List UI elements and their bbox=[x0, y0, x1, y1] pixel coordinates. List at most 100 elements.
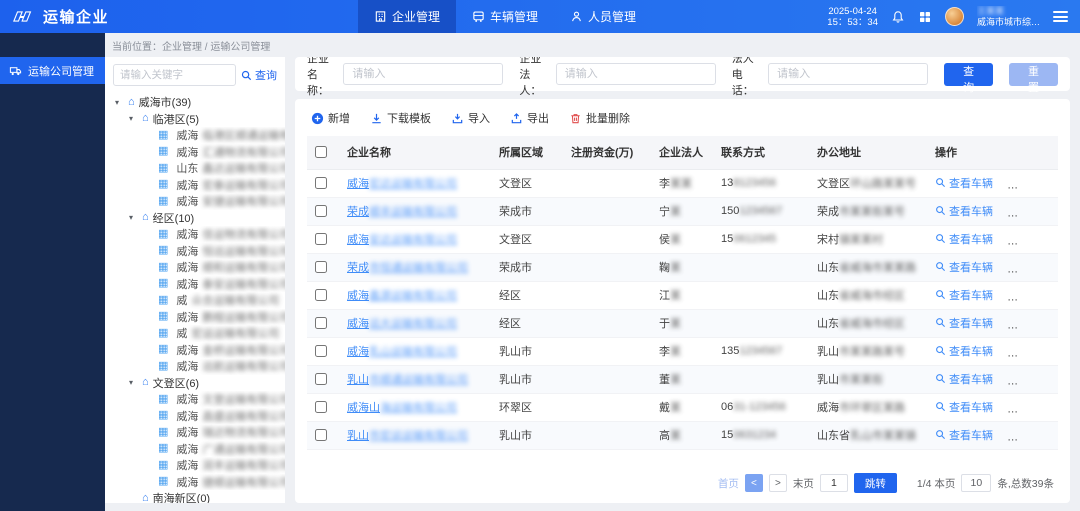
expand-arrow-icon[interactable]: ▾ bbox=[129, 378, 138, 387]
tree-node[interactable]: ▾ ⌂ ⌂ ▦ 威海 泰安运输有限公司 bbox=[105, 276, 285, 293]
view-vehicles-button[interactable]: 查看车辆 bbox=[935, 399, 993, 415]
company-name-link[interactable]: 威海宏达运输有限公司 bbox=[347, 178, 457, 190]
delete-button[interactable]: 删除 bbox=[1057, 287, 1058, 303]
edit-button[interactable]: 编辑 bbox=[1007, 315, 1043, 331]
tree-node[interactable]: ▾ ⌂ ⌂ ▦ 威海 临港区顺通运输有限公司 bbox=[105, 127, 285, 144]
tab-enterprise-management[interactable]: 企业管理 bbox=[358, 0, 456, 33]
legal-phone-input[interactable] bbox=[768, 63, 928, 85]
delete-button[interactable]: 删除 bbox=[1057, 343, 1058, 359]
page-size-select[interactable]: 10 bbox=[961, 474, 991, 492]
expand-arrow-icon[interactable]: ▾ bbox=[115, 98, 124, 107]
company-name-link[interactable]: 威海山海运输有限公司 bbox=[347, 402, 457, 414]
tree-node[interactable]: ▾ ⌂ ⌂ ▦ 威海 顺和运输有限公司 bbox=[105, 259, 285, 276]
jump-button[interactable]: 跳转 bbox=[854, 473, 897, 493]
tree-node[interactable]: ▾ ⌂ ⌂ ▦ 威海 昌盛运输有限公司 bbox=[105, 408, 285, 425]
delete-button[interactable]: 删除 bbox=[1057, 399, 1058, 415]
pagination-last[interactable]: 末页 bbox=[793, 476, 814, 491]
user-avatar[interactable] bbox=[945, 7, 964, 26]
tree-node[interactable]: ▾ ⌂ ⌂ ▦ 威 宏运运输有限公司 bbox=[105, 325, 285, 342]
company-name-link[interactable]: 乳山市顺通运输有限公司 bbox=[347, 374, 468, 386]
company-name-link[interactable]: 荣成市恒通运输有限公司 bbox=[347, 262, 468, 274]
tree-node[interactable]: ▾ ⌂ ⌂ ▦ 南海新区(0) bbox=[105, 490, 285, 503]
bell-icon[interactable] bbox=[891, 10, 905, 24]
view-vehicles-button[interactable]: 查看车辆 bbox=[935, 287, 993, 303]
tree-node[interactable]: ▾ ⌂ ⌂ ▦ 威海 汇通物流有限公司 bbox=[105, 144, 285, 161]
tree-node[interactable]: ▾ ⌂ ⌂ ▦ 文登区(6) bbox=[105, 375, 285, 392]
select-all-checkbox[interactable] bbox=[315, 146, 327, 158]
tree-search-input[interactable] bbox=[113, 64, 236, 86]
edit-button[interactable]: 编辑 bbox=[1007, 259, 1043, 275]
apps-grid-icon[interactable] bbox=[918, 10, 932, 24]
import-button[interactable]: 导入 bbox=[451, 110, 490, 126]
tree-node[interactable]: ▾ ⌂ ⌂ ▦ 威海 金桥运输有限公司 bbox=[105, 342, 285, 359]
company-name-link[interactable]: 威海鑫源运输有限公司 bbox=[347, 290, 457, 302]
pagination-prev[interactable]: < bbox=[745, 474, 763, 492]
view-vehicles-button[interactable]: 查看车辆 bbox=[935, 259, 993, 275]
reset-button[interactable]: 重置 bbox=[1009, 63, 1058, 86]
tree-node[interactable]: ▾ ⌂ ⌂ ▦ 威海 宏泰运输有限公司 bbox=[105, 177, 285, 194]
row-checkbox[interactable] bbox=[315, 233, 327, 245]
row-checkbox[interactable] bbox=[315, 429, 327, 441]
company-name-link[interactable]: 威海远大运输有限公司 bbox=[347, 318, 457, 330]
tree-node[interactable]: ▾ ⌂ ⌂ ▦ 经区(10) bbox=[105, 210, 285, 227]
delete-button[interactable]: 删除 bbox=[1057, 175, 1058, 191]
view-vehicles-button[interactable]: 查看车辆 bbox=[935, 371, 993, 387]
row-checkbox[interactable] bbox=[315, 177, 327, 189]
edit-button[interactable]: 编辑 bbox=[1007, 203, 1043, 219]
company-name-link[interactable]: 荣成顺丰运输有限公司 bbox=[347, 206, 457, 218]
tree-node[interactable]: ▾ ⌂ ⌂ ▦ 山东 鑫达运输有限公司 bbox=[105, 160, 285, 177]
row-checkbox[interactable] bbox=[315, 401, 327, 413]
edit-button[interactable]: 编辑 bbox=[1007, 175, 1043, 191]
legal-person-input[interactable] bbox=[556, 63, 716, 85]
edit-button[interactable]: 编辑 bbox=[1007, 287, 1043, 303]
row-checkbox[interactable] bbox=[315, 205, 327, 217]
delete-button[interactable]: 删除 bbox=[1057, 259, 1058, 275]
tree-node[interactable]: ▾ ⌂ ⌂ ▦ 威海 安捷运输有限公司 bbox=[105, 193, 285, 210]
pagination-next[interactable]: > bbox=[769, 474, 787, 492]
delete-button[interactable]: 删除 bbox=[1057, 231, 1058, 247]
tree-node[interactable]: ▾ ⌂ ⌂ ▦ 威海市(39) bbox=[105, 94, 285, 111]
tree-node[interactable]: ▾ ⌂ ⌂ ▦ 威海 广通运输有限公司 bbox=[105, 441, 285, 458]
tree-node[interactable]: ▾ ⌂ ⌂ ▦ 威海 恒远运输有限公司 bbox=[105, 243, 285, 260]
tree-node[interactable]: ▾ ⌂ ⌂ ▦ 威海 文登运输有限公司 bbox=[105, 391, 285, 408]
view-vehicles-button[interactable]: 查看车辆 bbox=[935, 203, 993, 219]
expand-arrow-icon[interactable]: ▾ bbox=[129, 114, 138, 123]
view-vehicles-button[interactable]: 查看车辆 bbox=[935, 175, 993, 191]
view-vehicles-button[interactable]: 查看车辆 bbox=[935, 427, 993, 443]
delete-button[interactable]: 删除 bbox=[1057, 203, 1058, 219]
edit-button[interactable]: 编辑 bbox=[1007, 427, 1043, 443]
tree-search-button[interactable]: 查询 bbox=[241, 67, 277, 83]
delete-button[interactable]: 删除 bbox=[1057, 371, 1058, 387]
tab-personnel-management[interactable]: 人员管理 bbox=[554, 0, 652, 33]
row-checkbox[interactable] bbox=[315, 261, 327, 273]
pagination-first[interactable]: 首页 bbox=[718, 476, 739, 491]
sidebar-item-transport-company[interactable]: 运输公司管理 bbox=[0, 57, 105, 84]
view-vehicles-button[interactable]: 查看车辆 bbox=[935, 315, 993, 331]
edit-button[interactable]: 编辑 bbox=[1007, 231, 1043, 247]
expand-arrow-icon[interactable]: ▾ bbox=[129, 213, 138, 222]
tree-node[interactable]: ▾ ⌂ ⌂ ▦ 威海 鹏程运输有限公司 bbox=[105, 309, 285, 326]
tree-node[interactable]: ▾ ⌂ ⌂ ▦ 威海 捷顺运输有限公司 bbox=[105, 474, 285, 491]
search-button[interactable]: 查询 bbox=[944, 63, 993, 86]
tree-node[interactable]: ▾ ⌂ ⌂ ▦ 威 众合运输有限公司 bbox=[105, 292, 285, 309]
add-button[interactable]: 新增 bbox=[311, 110, 350, 126]
view-vehicles-button[interactable]: 查看车辆 bbox=[935, 343, 993, 359]
company-name-link[interactable]: 乳山市宏运运输有限公司 bbox=[347, 430, 468, 442]
user-info[interactable]: 王某某 威海市城市综… bbox=[977, 6, 1040, 28]
delete-button[interactable]: 删除 bbox=[1057, 315, 1058, 331]
company-name-input[interactable] bbox=[343, 63, 503, 85]
edit-button[interactable]: 编辑 bbox=[1007, 343, 1043, 359]
row-checkbox[interactable] bbox=[315, 345, 327, 357]
download-template-button[interactable]: 下载模板 bbox=[370, 110, 431, 126]
row-checkbox[interactable] bbox=[315, 373, 327, 385]
edit-button[interactable]: 编辑 bbox=[1007, 399, 1043, 415]
delete-button[interactable]: 删除 bbox=[1057, 427, 1058, 443]
tree-node[interactable]: ▾ ⌂ ⌂ ▦ 临港区(5) bbox=[105, 111, 285, 128]
company-name-link[interactable]: 威海安达运输有限公司 bbox=[347, 234, 457, 246]
tab-vehicle-management[interactable]: 车辆管理 bbox=[456, 0, 554, 33]
view-vehicles-button[interactable]: 查看车辆 bbox=[935, 231, 993, 247]
tree-node[interactable]: ▾ ⌂ ⌂ ▦ 威海 佳运物流有限公司 bbox=[105, 226, 285, 243]
row-checkbox[interactable] bbox=[315, 289, 327, 301]
tree-node[interactable]: ▾ ⌂ ⌂ ▦ 威海 远航运输有限公司 bbox=[105, 358, 285, 375]
batch-delete-button[interactable]: 批量删除 bbox=[569, 110, 630, 126]
